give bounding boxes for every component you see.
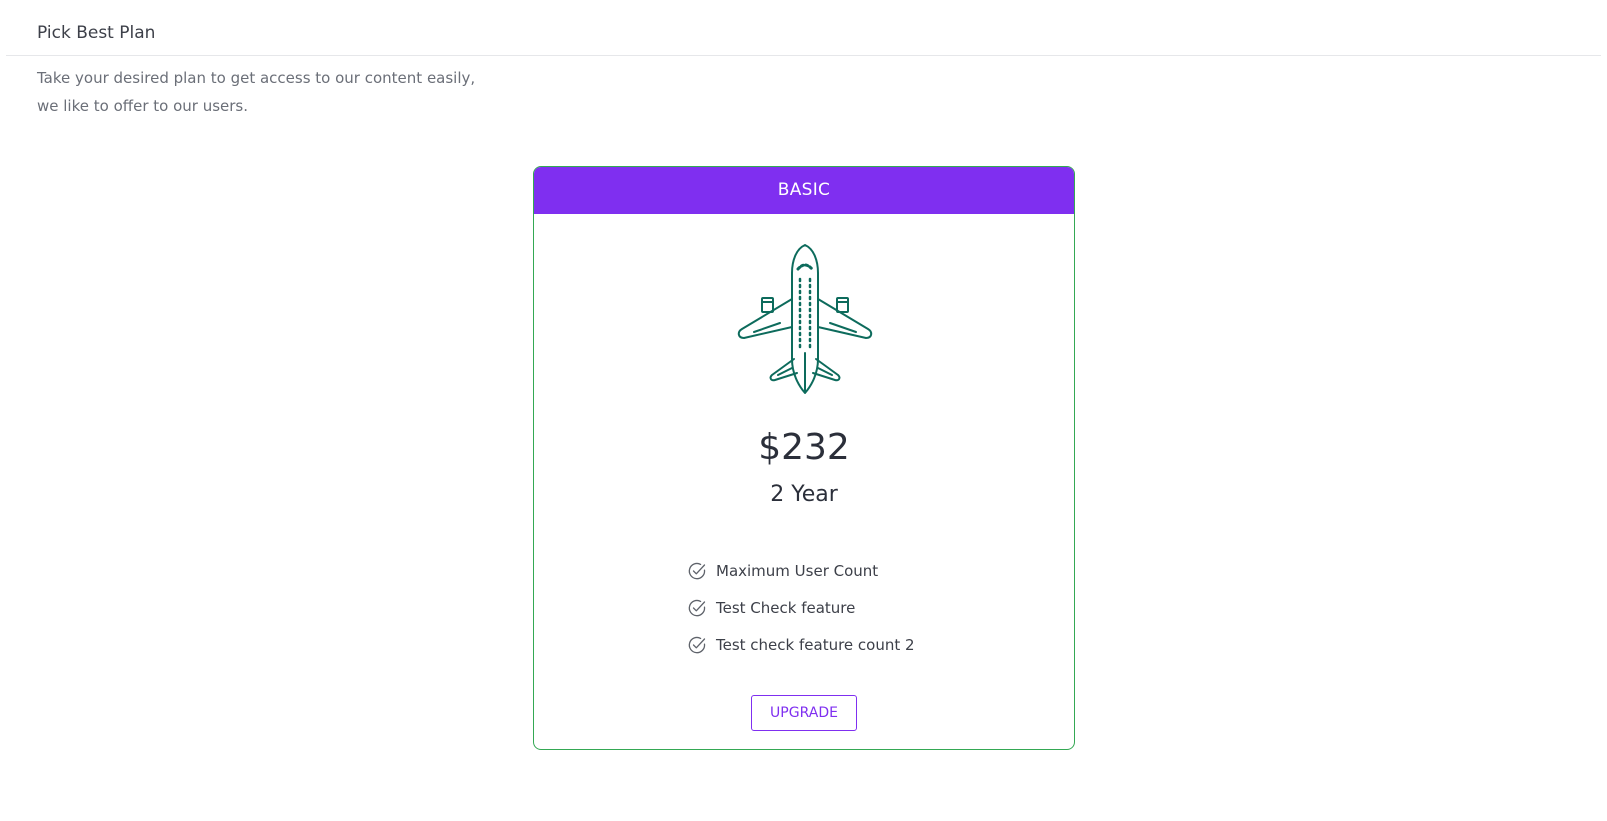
plan-duration: 2 Year bbox=[770, 482, 838, 507]
check-circle-icon bbox=[688, 562, 706, 579]
upgrade-button[interactable]: UPGRADE bbox=[751, 695, 857, 731]
check-circle-icon bbox=[688, 599, 706, 616]
feature-item: Test Check feature bbox=[687, 589, 915, 626]
plan-card: BASIC $232 2 Year Maximum User Count Tes… bbox=[533, 166, 1075, 750]
intro-line-2: we like to offer to our users. bbox=[37, 97, 248, 115]
feature-label: Test check feature count 2 bbox=[716, 635, 915, 654]
plan-name: BASIC bbox=[534, 167, 1074, 214]
check-circle-icon bbox=[688, 636, 706, 653]
page: Pick Best Plan Take your desired plan to… bbox=[0, 0, 1607, 821]
plan-price: $232 bbox=[758, 427, 850, 468]
intro-text: Take your desired plan to get access to … bbox=[37, 64, 475, 120]
feature-item: Maximum User Count bbox=[687, 552, 915, 589]
intro-line-1: Take your desired plan to get access to … bbox=[37, 69, 476, 87]
feature-list: Maximum User Count Test Check feature Te… bbox=[687, 552, 915, 663]
feature-label: Test Check feature bbox=[716, 598, 856, 617]
feature-label: Maximum User Count bbox=[716, 561, 879, 580]
feature-item: Test check feature count 2 bbox=[687, 626, 915, 663]
page-header: Pick Best Plan bbox=[6, 0, 1601, 56]
page-title: Pick Best Plan bbox=[37, 23, 156, 43]
airplane-icon bbox=[737, 244, 873, 394]
